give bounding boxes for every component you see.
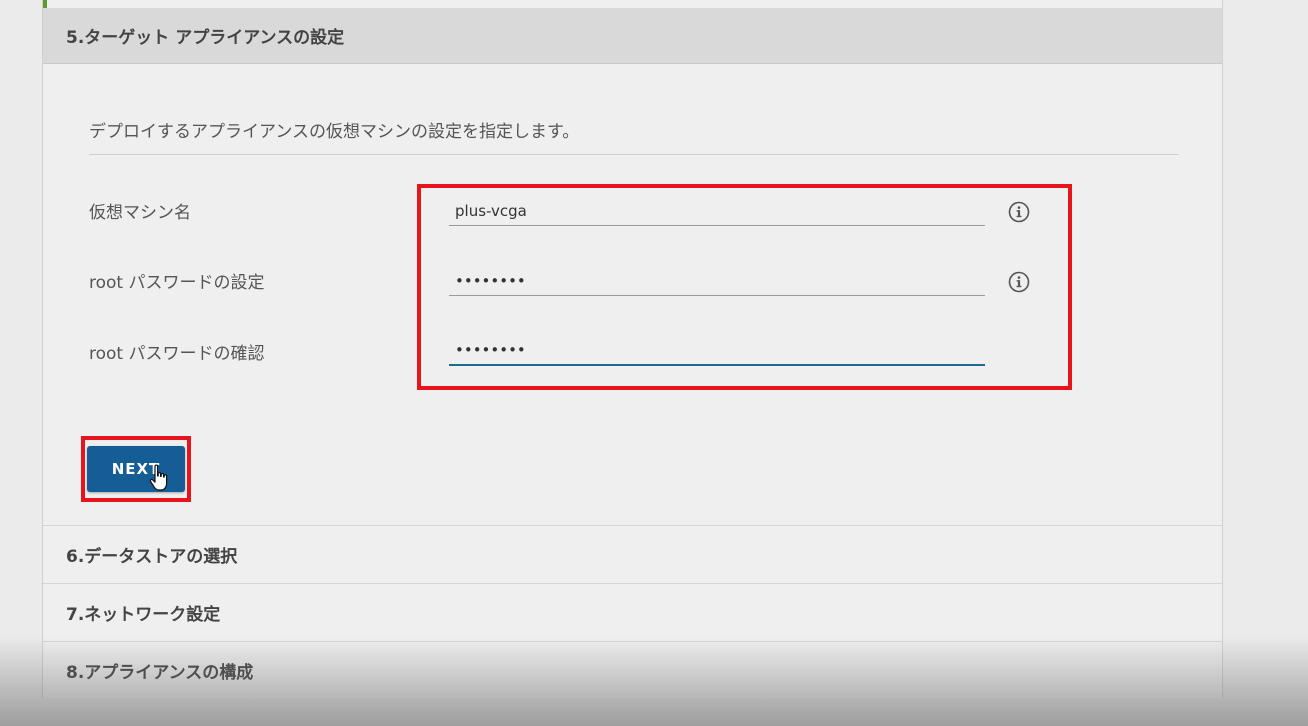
step-progress-accent — [43, 0, 47, 8]
right-gutter — [1223, 0, 1308, 726]
step-7-title: 7.ネットワーク設定 — [66, 604, 221, 625]
step-8-title: 8.アプライアンスの構成 — [66, 662, 254, 683]
deploy-wizard: 5.ターゲット アプライアンスの設定 デプロイするアプライアンスの仮想マシンの設… — [42, 0, 1223, 698]
step-6-title: 6.データストアの選択 — [66, 546, 238, 567]
root-password-input[interactable] — [449, 266, 985, 296]
vm-name-label: 仮想マシン名 — [89, 203, 191, 223]
step-6-header[interactable]: 6.データストアの選択 — [43, 525, 1222, 582]
root-password-info-icon[interactable] — [1008, 271, 1030, 293]
step-description: デプロイするアプライアンスの仮想マシンの設定を指定します。 — [89, 122, 580, 142]
vm-name-input[interactable] — [449, 196, 985, 226]
root-password-confirm-input[interactable] — [449, 336, 985, 366]
step-8-header[interactable]: 8.アプライアンスの構成 — [43, 641, 1222, 698]
hand-pointer-icon — [149, 464, 168, 491]
description-divider — [89, 154, 1179, 155]
step-5-header[interactable]: 5.ターゲット アプライアンスの設定 — [43, 8, 1222, 64]
root-password-confirm-label: root パスワードの確認 — [89, 344, 265, 364]
step-7-header[interactable]: 7.ネットワーク設定 — [43, 583, 1222, 640]
root-password-label: root パスワードの設定 — [89, 273, 265, 293]
step-5-title: 5.ターゲット アプライアンスの設定 — [66, 28, 345, 48]
vm-name-info-icon[interactable] — [1008, 201, 1030, 223]
